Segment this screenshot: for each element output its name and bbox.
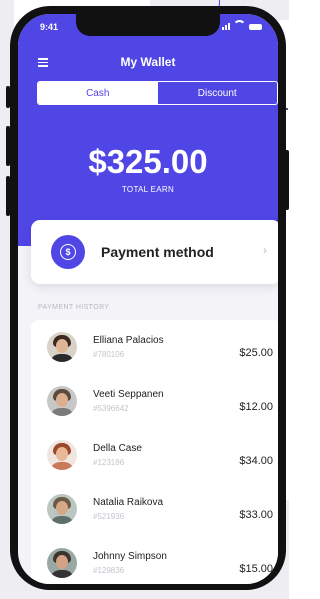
payment-method-card[interactable]: $ Payment method › [31, 220, 278, 284]
avatar [47, 440, 77, 470]
list-item[interactable]: Natalia Raikova #521936 $33.00 [31, 482, 278, 536]
avatar [47, 386, 77, 416]
list-item[interactable]: Veeti Seppanen #5396642 $12.00 [31, 374, 278, 428]
wifi-icon [233, 20, 246, 30]
signal-icon [222, 22, 230, 30]
avatar [47, 494, 77, 524]
transaction-amount: $25.00 [239, 347, 273, 359]
tab-discount[interactable]: Discount [158, 82, 278, 104]
payer-name: Della Case [93, 443, 142, 454]
wallet-tabs: Cash Discount [37, 81, 278, 105]
transaction-amount: $33.00 [239, 509, 273, 521]
wallet-header: 9:41 My Wallet Cash Discount $325.00 TOT… [18, 14, 278, 246]
transaction-id: #5396642 [93, 404, 129, 413]
phone-frame: 9:41 My Wallet Cash Discount $325.00 TOT… [10, 6, 286, 590]
list-item[interactable]: Della Case #123186 $34.00 [31, 428, 278, 482]
avatar [47, 548, 77, 578]
page-title: My Wallet [120, 55, 176, 69]
dollar-coin-icon: $ [51, 235, 85, 269]
transaction-amount: $34.00 [239, 455, 273, 467]
transaction-id: #123186 [93, 458, 125, 467]
app-screen: 9:41 My Wallet Cash Discount $325.00 TOT… [18, 14, 278, 584]
payment-method-label: Payment method [101, 244, 214, 260]
payer-name: Veeti Seppanen [93, 389, 164, 400]
total-balance-label: TOTAL EARN [121, 185, 175, 194]
payment-history-list: Elliana Palacios #780106 $25.00 Veeti Se… [31, 320, 278, 584]
transaction-id: #129836 [93, 566, 125, 575]
list-item[interactable]: Johnny Simpson #129836 $15.00 [31, 536, 278, 584]
transaction-id: #521936 [93, 512, 125, 521]
avatar [47, 332, 77, 362]
list-item[interactable]: Elliana Palacios #780106 $25.00 [31, 320, 278, 374]
battery-icon [249, 24, 262, 30]
transaction-amount: $12.00 [239, 401, 273, 413]
status-time: 9:41 [40, 22, 59, 32]
payment-history-label: PAYMENT HISTORY [38, 304, 110, 311]
phone-notch [76, 14, 220, 36]
transaction-amount: $15.00 [239, 563, 273, 575]
status-icons [222, 20, 262, 30]
total-balance: $325.00 [88, 143, 208, 180]
tab-cash[interactable]: Cash [38, 82, 158, 104]
decorative-dot [286, 108, 288, 110]
payer-name: Elliana Palacios [93, 335, 164, 346]
chevron-right-icon: › [263, 243, 267, 257]
transaction-id: #780106 [93, 350, 125, 359]
payer-name: Natalia Raikova [93, 497, 164, 508]
payer-name: Johnny Simpson [93, 551, 167, 562]
